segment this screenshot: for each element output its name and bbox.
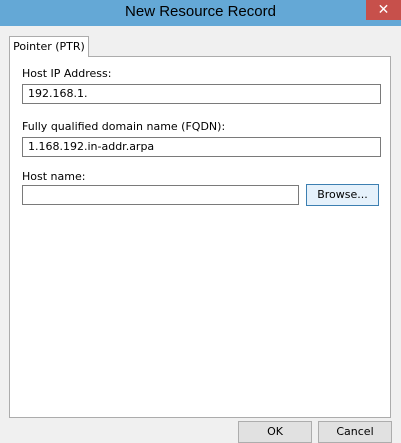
- window-title: New Resource Record: [125, 3, 276, 20]
- host-name-input[interactable]: [22, 185, 299, 205]
- title-bar[interactable]: New Resource Record ✕: [0, 0, 401, 26]
- fqdn-input[interactable]: 1.168.192.in-addr.arpa: [22, 137, 381, 157]
- new-resource-record-dialog: New Resource Record ✕ Pointer (PTR) Host…: [0, 0, 401, 443]
- fqdn-label: Fully qualified domain name (FQDN):: [22, 120, 226, 133]
- close-icon: ✕: [377, 2, 390, 18]
- host-ip-label: Host IP Address:: [22, 67, 112, 80]
- ok-button[interactable]: OK: [238, 421, 312, 443]
- tab-panel: Host IP Address: 192.168.1. Fully qualif…: [9, 56, 391, 418]
- close-button[interactable]: ✕: [366, 0, 401, 20]
- host-ip-input[interactable]: 192.168.1.: [22, 84, 381, 104]
- browse-button[interactable]: Browse...: [306, 184, 379, 206]
- tab-pointer-ptr[interactable]: Pointer (PTR): [9, 36, 89, 57]
- cancel-button[interactable]: Cancel: [318, 421, 392, 443]
- host-name-label: Host name:: [22, 170, 86, 183]
- dialog-client-area: Pointer (PTR) Host IP Address: 192.168.1…: [0, 26, 401, 443]
